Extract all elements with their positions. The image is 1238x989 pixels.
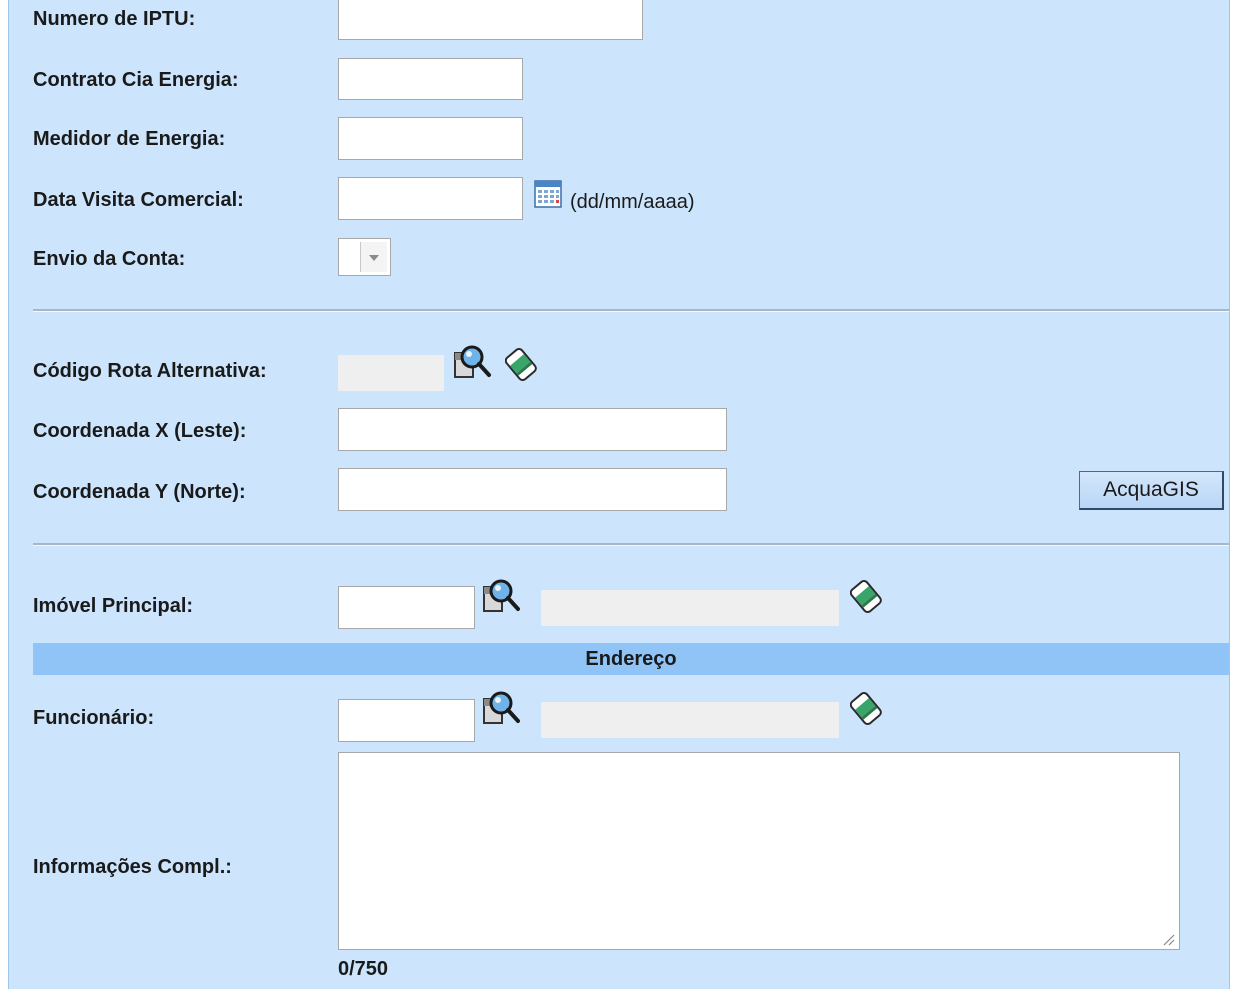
info-label: Informações Compl.: [33,856,232,878]
calendar-icon[interactable] [534,180,562,208]
divider [33,309,1229,312]
eraser-icon[interactable] [504,345,541,383]
envio-label: Envio da Conta: [33,248,186,270]
divider [33,543,1229,546]
resize-grip-icon[interactable] [1161,932,1175,946]
magnifier-search-icon[interactable] [481,577,531,617]
magnifier-search-icon[interactable] [452,343,502,383]
coord-y-input[interactable] [338,468,727,511]
eraser-icon[interactable] [849,689,886,727]
magnifier-search-icon[interactable] [481,689,531,729]
imovel-description-field [541,590,839,626]
rota-input [338,355,444,391]
char-counter: 0/750 [338,958,389,980]
date-format-hint: (dd/mm/aaaa) [570,191,695,213]
info-textarea[interactable] [338,752,1180,950]
funcionario-id-input[interactable] [338,699,475,742]
funcionario-label: Funcionário: [33,707,155,729]
chevron-down-icon[interactable] [360,242,387,272]
coord-x-label: Coordenada X (Leste): [33,420,247,442]
rota-label: Código Rota Alternativa: [33,360,267,382]
envio-select[interactable] [338,238,391,276]
contrato-label: Contrato Cia Energia: [33,69,239,91]
acquagis-button[interactable]: AcquaGIS [1079,471,1224,510]
data-visita-label: Data Visita Comercial: [33,189,244,211]
funcionario-description-field [541,702,839,738]
data-visita-input[interactable] [338,177,523,220]
coord-y-label: Coordenada Y (Norte): [33,481,246,503]
eraser-icon[interactable] [849,577,886,615]
endereco-section-header: Endereço [33,643,1229,675]
medidor-label: Medidor de Energia: [33,128,226,150]
iptu-label: Numero de IPTU: [33,8,196,30]
iptu-input[interactable] [338,0,643,40]
medidor-input[interactable] [338,117,523,160]
contrato-input[interactable] [338,58,523,100]
coord-x-input[interactable] [338,408,727,451]
imovel-id-input[interactable] [338,586,475,629]
form-panel: Numero de IPTU: Contrato Cia Energia: Me… [8,0,1230,989]
imovel-label: Imóvel Principal: [33,595,194,617]
